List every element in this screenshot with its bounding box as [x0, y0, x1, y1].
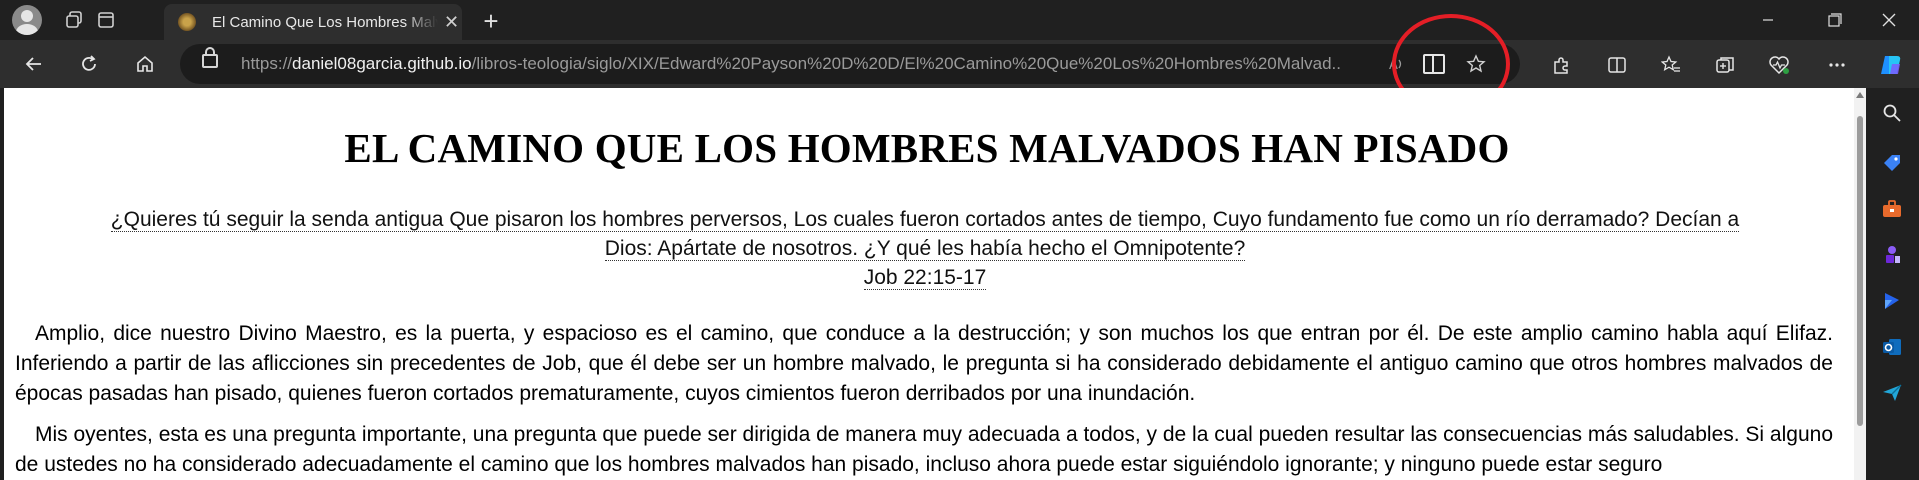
sidebar-copilot-icon[interactable] [1877, 286, 1907, 316]
browser-tab-active[interactable]: El Camino Que Los Hombres Malvados Han P… [164, 4, 462, 40]
minimize-button[interactable] [1738, 0, 1798, 40]
epigraph-reference[interactable]: Job 22:15-17 [863, 266, 987, 290]
paragraph-1: Amplio, dice nuestro Divino Maestro, es … [15, 322, 1833, 405]
new-tab-button[interactable]: + [474, 4, 508, 38]
maximize-button[interactable] [1805, 0, 1865, 40]
vertical-tabs-icon[interactable] [86, 0, 126, 40]
tab-title: El Camino Que Los Hombres Malvados Han P… [212, 13, 438, 31]
lock-icon[interactable] [202, 47, 218, 68]
home-button[interactable] [127, 46, 163, 82]
more-options-icon[interactable] [1818, 46, 1856, 84]
split-screen-icon[interactable] [1598, 46, 1636, 84]
sidebar-games-icon[interactable] [1877, 240, 1907, 270]
epigraph: ¿Quieres tú seguir la senda antigua Que … [60, 205, 1790, 292]
copilot-icon[interactable] [1872, 46, 1910, 84]
favorites-icon[interactable] [1652, 46, 1690, 84]
collections-icon[interactable] [1706, 46, 1744, 84]
epigraph-line-2: Dios: Apártate de nosotros. ¿Y qué les h… [604, 237, 1246, 261]
tab-close-icon[interactable]: ✕ [444, 12, 459, 33]
sidebar-tools-icon[interactable] [1877, 194, 1907, 224]
edge-sidebar [1866, 88, 1919, 480]
page-scrollbar[interactable] [1854, 88, 1866, 480]
sidebar-send-icon[interactable] [1877, 378, 1907, 408]
paragraph-2: Mis oyentes, esta es una pregunta import… [15, 423, 1833, 476]
refresh-button[interactable] [71, 46, 107, 82]
epigraph-line-1: ¿Quieres tú seguir la senda antigua Que … [110, 208, 1740, 232]
scroll-up-arrow-icon[interactable] [1856, 92, 1864, 98]
site-favicon-icon [178, 13, 196, 31]
sidebar-shopping-icon[interactable] [1877, 148, 1907, 178]
browser-essentials-icon[interactable] [1760, 46, 1798, 84]
url-text[interactable]: https://daniel08garcia.github.io/libros-… [241, 54, 1341, 74]
scrollbar-thumb[interactable] [1857, 116, 1863, 426]
page-title: EL CAMINO QUE LOS HOMBRES MALVADOS HAN P… [344, 125, 1510, 171]
profile-avatar[interactable] [12, 5, 42, 35]
sidebar-outlook-icon[interactable] [1877, 332, 1907, 362]
extensions-icon[interactable] [1542, 46, 1580, 84]
sidebar-search-icon[interactable] [1877, 98, 1907, 128]
address-bar[interactable]: https://daniel08garcia.github.io/libros-… [180, 44, 1520, 84]
close-window-button[interactable] [1859, 0, 1919, 40]
back-button[interactable] [16, 46, 52, 82]
